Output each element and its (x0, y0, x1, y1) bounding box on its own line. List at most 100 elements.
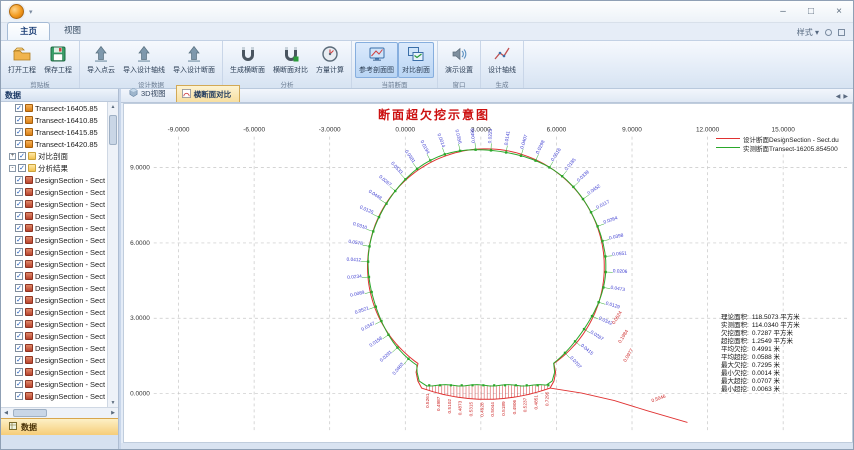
tree-item-label: 分析结果 (38, 163, 68, 174)
svg-text:0.5261: 0.5261 (425, 393, 431, 408)
generate-cross-section-button[interactable]: 生成横断面 (226, 42, 269, 78)
tree-item-label: DesignSection - Sect (35, 380, 105, 389)
close-button[interactable]: × (825, 1, 853, 22)
ribbon-tab-view[interactable]: 视图 (52, 22, 93, 40)
tree-item-section[interactable]: ✓DesignSection - Sect (1, 294, 107, 306)
open-project-button[interactable]: 打开工程 (4, 42, 40, 78)
tree-item-section[interactable]: ✓DesignSection - Sect (1, 246, 107, 258)
tab-scroll-right-icon[interactable]: ▶ (843, 93, 848, 100)
tree-checkbox[interactable]: ✓ (15, 320, 23, 328)
save-project-button[interactable]: 保存工程 (40, 42, 76, 78)
theme-circle-icon[interactable] (825, 29, 832, 36)
tree-checkbox[interactable]: ✓ (15, 380, 23, 388)
tree-item-section[interactable]: ✓DesignSection - Sect (1, 210, 107, 222)
tree-checkbox[interactable]: ✓ (15, 296, 23, 304)
tree-item-folder[interactable]: -✓ 分析结果 (1, 162, 107, 174)
quick-access-caret-icon[interactable]: ▾ (29, 8, 33, 16)
tree-checkbox[interactable]: ✓ (15, 140, 23, 148)
window-layout-icon[interactable] (838, 29, 845, 36)
import-design-axis-button[interactable]: 导入设计轴线 (119, 42, 169, 78)
tree-item-section[interactable]: ✓DesignSection - Sect (1, 366, 107, 378)
chart-canvas[interactable]: -9.0000-6.0000-3.00000.00003.00006.00009… (123, 103, 853, 443)
doc-tab-3d-view[interactable]: 3D视图 (123, 85, 175, 102)
tree-item-section[interactable]: ✓DesignSection - Sect (1, 282, 107, 294)
tree-item-section[interactable]: ✓DesignSection - Sect (1, 354, 107, 366)
tree-item-section[interactable]: ✓DesignSection - Sect (1, 186, 107, 198)
tree-checkbox[interactable]: ✓ (18, 152, 26, 160)
compare-cross-section-button[interactable]: 横断面对比 (269, 42, 312, 78)
scroll-left-icon[interactable]: ◀ (1, 408, 11, 418)
style-button[interactable]: 样式 ▾ (797, 27, 819, 38)
tree-checkbox[interactable]: ✓ (15, 308, 23, 316)
tree-item-section[interactable]: ✓ DesignSection - Sect (1, 378, 107, 390)
tree-checkbox[interactable]: ✓ (15, 248, 23, 256)
section-icon (25, 260, 33, 268)
transect-icon (25, 104, 33, 112)
tree-horizontal-scrollbar[interactable]: ◀ ▶ (1, 407, 118, 418)
tree-checkbox[interactable]: ✓ (15, 332, 23, 340)
tree-item-transect[interactable]: ✓Transect-16420.85 (1, 138, 107, 150)
demo-settings-button[interactable]: 演示设置 (441, 42, 477, 78)
scroll-right-icon[interactable]: ▶ (108, 408, 118, 418)
ribbon-tab-home[interactable]: 主页 (7, 22, 50, 40)
import-design-section-button[interactable]: 导入设计断面 (169, 42, 219, 78)
tree-item-section[interactable]: ✓DesignSection - Sect (1, 318, 107, 330)
tree-item-section[interactable]: ✓DesignSection - Sect (1, 306, 107, 318)
tree-expander-icon[interactable]: + (9, 153, 16, 160)
tree-item-section[interactable]: ✓DesignSection - Sect (1, 342, 107, 354)
tree-item-section[interactable]: ✓DesignSection - Sect (1, 222, 107, 234)
vscroll-thumb[interactable] (109, 115, 117, 145)
tree-vertical-scrollbar[interactable]: ▲ ▼ (107, 102, 118, 407)
reference-profile-button[interactable]: 参考剖面图 (355, 42, 398, 78)
data-panel-tab[interactable]: 数据 (1, 418, 118, 435)
tree-checkbox[interactable]: ✓ (15, 212, 23, 220)
tree-checkbox[interactable]: ✓ (15, 236, 23, 244)
tree-checkbox[interactable]: ✓ (15, 200, 23, 208)
doc-tab-section-compare[interactable]: 横断面对比 (176, 85, 241, 102)
ribbon-group: 参考剖面图对比剖面当前断面 (352, 41, 438, 88)
tree-checkbox[interactable]: ✓ (15, 272, 23, 280)
tree-checkbox[interactable]: ✓ (15, 392, 23, 400)
tree-checkbox[interactable]: ✓ (15, 260, 23, 268)
scroll-down-icon[interactable]: ▼ (108, 398, 118, 407)
app-icon[interactable] (9, 4, 24, 19)
tree-item-label: Transect-16405.85 (35, 104, 98, 113)
tree-checkbox[interactable]: ✓ (15, 356, 23, 364)
svg-text:0.0089: 0.0089 (350, 290, 366, 299)
tree-item-section[interactable]: ✓DesignSection - Sect (1, 270, 107, 282)
tree-checkbox[interactable]: ✓ (15, 224, 23, 232)
tree-item-section[interactable]: ✓DesignSection - Sect (1, 174, 107, 186)
tree-checkbox[interactable]: ✓ (15, 104, 23, 112)
tree-item-section[interactable]: ✓DesignSection - Sect (1, 390, 107, 402)
tree-item-section[interactable]: ✓DesignSection - Sect (1, 198, 107, 210)
tree-checkbox[interactable]: ✓ (15, 128, 23, 136)
tree-item-section[interactable]: ✓DesignSection - Sect (1, 234, 107, 246)
svg-text:0.5189: 0.5189 (501, 401, 507, 416)
scroll-up-icon[interactable]: ▲ (108, 102, 118, 111)
tree-checkbox[interactable]: ✓ (15, 176, 23, 184)
hscroll-thumb[interactable] (13, 409, 47, 417)
tree-item-transect[interactable]: ✓ Transect-16405.85 (1, 102, 107, 114)
tree-item-folder[interactable]: +✓对比剖面 (1, 150, 107, 162)
tree-item-transect[interactable]: ✓Transect-16415.85 (1, 126, 107, 138)
tree-checkbox[interactable]: ✓ (15, 284, 23, 292)
tree-item-section[interactable]: ✓DesignSection - Sect (1, 330, 107, 342)
minimize-button[interactable]: – (769, 1, 797, 22)
tree-checkbox[interactable]: ✓ (15, 188, 23, 196)
tree-checkbox[interactable]: ✓ (15, 368, 23, 376)
tree-item-section[interactable]: ✓DesignSection - Sect (1, 258, 107, 270)
maximize-button[interactable]: □ (797, 1, 825, 22)
vscroll-track[interactable] (108, 111, 118, 398)
tree-expander-icon[interactable]: - (9, 165, 16, 172)
section-compare-icon (182, 89, 191, 100)
tree-checkbox[interactable]: ✓ (15, 344, 23, 352)
hscroll-track[interactable] (11, 408, 108, 418)
import-point-cloud-button[interactable]: 导入点云 (83, 42, 119, 78)
tree-item-transect[interactable]: ✓Transect-16410.85 (1, 114, 107, 126)
compare-profile-button[interactable]: 对比剖面 (398, 42, 434, 78)
volume-calculation-button[interactable]: 方量计算 (312, 42, 348, 78)
tab-scroll-left-icon[interactable]: ◀ (836, 93, 841, 100)
design-axis-button[interactable]: 设计轴线 (484, 42, 520, 78)
tree-checkbox[interactable]: ✓ (15, 116, 23, 124)
tree-checkbox[interactable]: ✓ (18, 164, 26, 172)
